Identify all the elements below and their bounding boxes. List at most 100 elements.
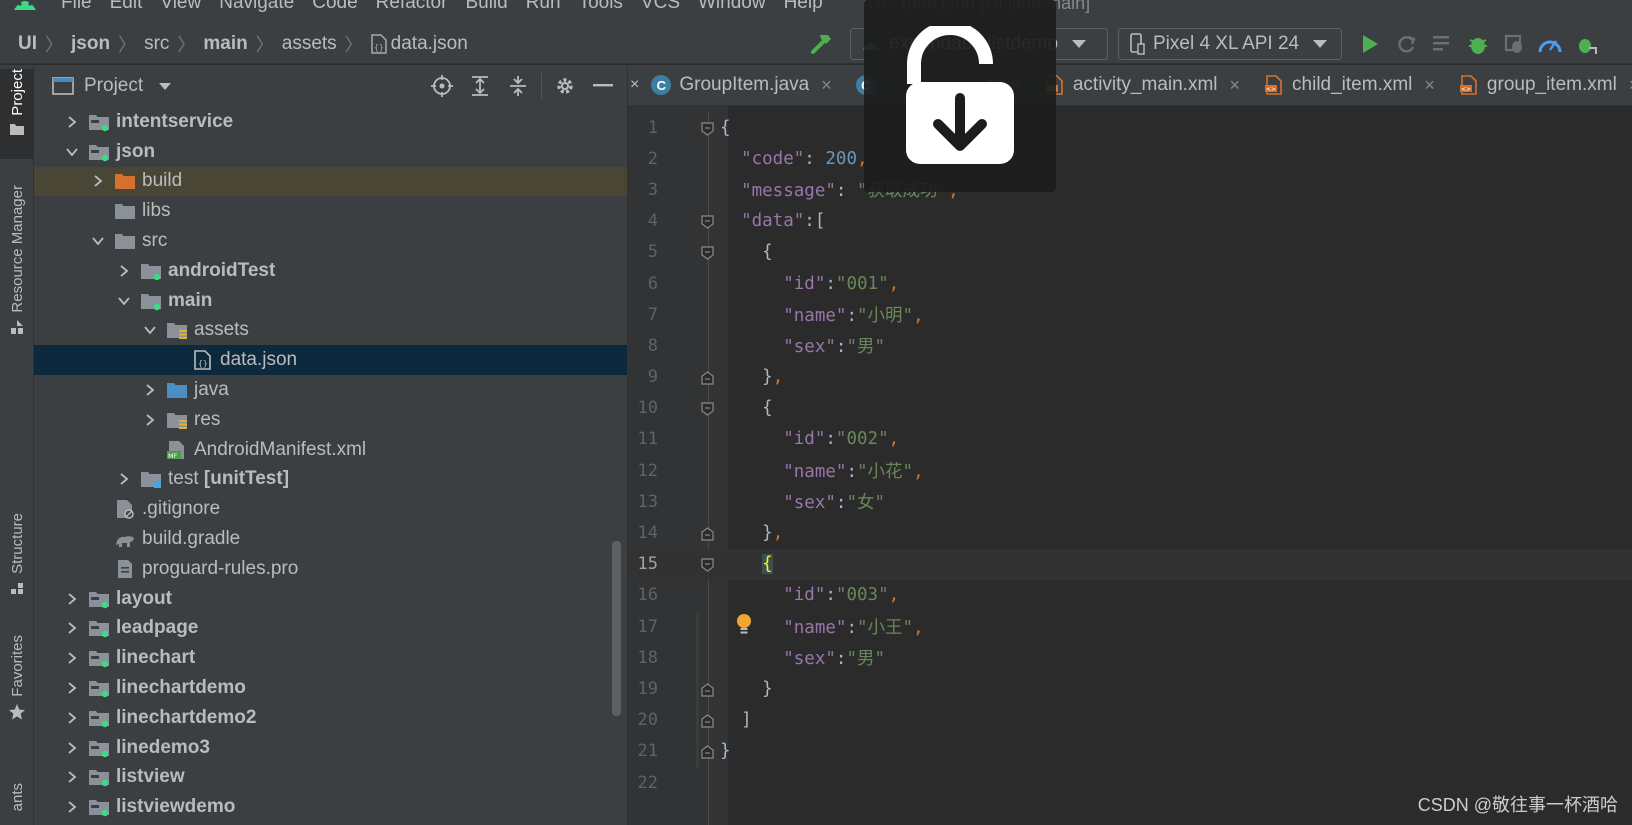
code-line[interactable]: 11 "id":"002", (628, 424, 1632, 455)
tree-item-res[interactable]: res (34, 405, 627, 435)
code-line[interactable]: 21} (628, 736, 1632, 767)
editor-tab[interactable]: <> child_item.xml × (1252, 65, 1447, 106)
hammer-icon[interactable] (808, 30, 836, 58)
tool-tab-project[interactable]: Project (0, 69, 34, 159)
tree-item-linedemo3[interactable]: linedemo3 (34, 733, 627, 763)
menu-item-tools[interactable]: Tools (570, 0, 632, 15)
editor-tab[interactable]: <>activity_main.xml× (1033, 65, 1252, 106)
tree-item-build[interactable]: build (34, 166, 627, 197)
locate-icon[interactable] (429, 73, 455, 99)
chevron-right-icon[interactable] (116, 471, 132, 487)
code-line[interactable]: 12 "name":"小花", (628, 455, 1632, 486)
gear-icon[interactable] (552, 73, 578, 99)
chevron-right-icon[interactable] (64, 740, 80, 756)
code-line[interactable]: 15 { (628, 548, 1632, 580)
lightbulb-icon[interactable] (735, 613, 753, 637)
tree-item-linechart[interactable]: linechart (34, 643, 627, 673)
fold-marker-icon[interactable] (701, 682, 714, 697)
fold-marker-icon[interactable] (701, 214, 714, 229)
tree-item-main[interactable]: main (34, 286, 627, 316)
project-scrollbar[interactable] (612, 541, 621, 716)
menu-item-edit[interactable]: Edit (101, 0, 152, 15)
code-line[interactable]: 10 { (628, 393, 1632, 424)
tree-item-assets[interactable]: assets (34, 316, 627, 346)
chevron-right-icon[interactable] (116, 263, 132, 279)
tree-item-java[interactable]: java (34, 375, 627, 405)
code-line[interactable]: 16 "id":"003", (628, 580, 1632, 611)
fold-marker-icon[interactable] (701, 557, 714, 572)
chevron-down-icon[interactable] (90, 233, 106, 249)
code-line[interactable]: 6 "id":"001", (628, 268, 1632, 299)
code-line[interactable]: 8 "sex":"男" (628, 330, 1632, 361)
menu-item-vcs[interactable]: VCS (632, 0, 689, 15)
apply-changes-icon[interactable] (1393, 31, 1419, 57)
code-line[interactable]: 13 "sex":"女" (628, 486, 1632, 517)
chevron-right-icon[interactable] (142, 382, 158, 398)
expand-all-icon[interactable] (467, 73, 493, 99)
tree-item-androidmanifest-xml[interactable]: MF AndroidManifest.xml (34, 435, 627, 465)
menu-item-code[interactable]: Code (303, 0, 366, 15)
breadcrumb-main[interactable]: main (195, 33, 255, 55)
code-line[interactable]: 14 }, (628, 517, 1632, 548)
tree-item-linechartdemo[interactable]: linechartdemo (34, 673, 627, 703)
editor-tab[interactable]: C GroupItem.java × (639, 65, 843, 106)
hide-panel-icon[interactable] (590, 73, 616, 99)
code-line[interactable]: 1{ (628, 112, 1632, 143)
debug-icon[interactable] (1465, 31, 1491, 57)
breadcrumb-ui[interactable]: UI (10, 33, 45, 55)
close-icon[interactable]: × (1230, 75, 1241, 96)
chevron-right-icon[interactable] (64, 710, 80, 726)
tree-item-androidtest[interactable]: androidTest (34, 256, 627, 286)
chevron-right-icon[interactable] (64, 591, 80, 607)
breadcrumb-json[interactable]: json (63, 33, 118, 55)
code-line[interactable]: 3 "message": "获取成功", (628, 174, 1632, 205)
tree-item-data-json[interactable]: {} data.json (34, 345, 627, 376)
fold-marker-icon[interactable] (701, 526, 714, 541)
tree-item-libs[interactable]: libs (34, 196, 627, 226)
fold-marker-icon[interactable] (701, 401, 714, 417)
code-line[interactable]: 5 { (628, 237, 1632, 268)
project-view-select[interactable]: Project (84, 75, 143, 97)
tree-item-listviewdemo[interactable]: listviewdemo (34, 792, 627, 822)
fold-marker-icon[interactable] (701, 744, 714, 759)
menu-item-window[interactable]: Window (689, 0, 775, 15)
code-line[interactable]: 17 "name":"小王", (628, 611, 1632, 642)
device-select[interactable]: Pixel 4 XL API 24 (1118, 28, 1342, 60)
chevron-down-icon[interactable] (116, 293, 132, 309)
apply-code-changes-icon[interactable] (1429, 31, 1455, 57)
menu-item-build[interactable]: Build (456, 0, 516, 15)
menu-item-view[interactable]: View (151, 0, 210, 15)
fold-marker-icon[interactable] (701, 121, 714, 136)
chevron-right-icon[interactable] (64, 114, 80, 130)
tool-tab-build-variants[interactable]: ants (0, 783, 34, 811)
menu-item-run[interactable]: Run (517, 0, 570, 15)
chevron-right-icon[interactable] (64, 680, 80, 696)
breadcrumb-assets[interactable]: assets (274, 33, 345, 55)
code-line[interactable]: 9 }, (628, 362, 1632, 393)
tree-item-leadpage[interactable]: leadpage (34, 614, 627, 644)
chevron-right-icon[interactable] (64, 620, 80, 636)
code-line[interactable]: 20 ] (628, 705, 1632, 736)
code-line[interactable]: 4 "data":[ (628, 206, 1632, 237)
close-icon[interactable]: × (821, 75, 832, 96)
collapse-all-icon[interactable] (505, 73, 531, 99)
tree-item-listview[interactable]: listview (34, 763, 627, 793)
chevron-right-icon[interactable] (142, 412, 158, 428)
profiler-icon[interactable] (1537, 31, 1563, 57)
breadcrumb-src[interactable]: src (136, 33, 177, 55)
tree-item-test[interactable]: test [unitTest] (34, 465, 627, 495)
sync-gradle-icon[interactable] (1573, 31, 1599, 57)
code-line[interactable]: 18 "sex":"男" (628, 642, 1632, 673)
chevron-right-icon[interactable] (64, 769, 80, 785)
menu-item-file[interactable]: File (52, 0, 101, 15)
code-line[interactable]: 2 "code": 200, (628, 143, 1632, 174)
tree-item-intentservice[interactable]: intentservice (34, 107, 627, 137)
attach-debugger-icon[interactable] (1501, 31, 1527, 57)
tool-tab-favorites[interactable]: Favorites (0, 635, 34, 721)
download-overlay[interactable] (864, 0, 1056, 192)
run-icon[interactable] (1357, 31, 1383, 57)
chevron-down-icon[interactable] (64, 144, 80, 160)
tree-item-linechartdemo2[interactable]: linechartdemo2 (34, 703, 627, 733)
tree-item-layout[interactable]: layout (34, 584, 627, 614)
fold-marker-icon[interactable] (701, 245, 714, 261)
